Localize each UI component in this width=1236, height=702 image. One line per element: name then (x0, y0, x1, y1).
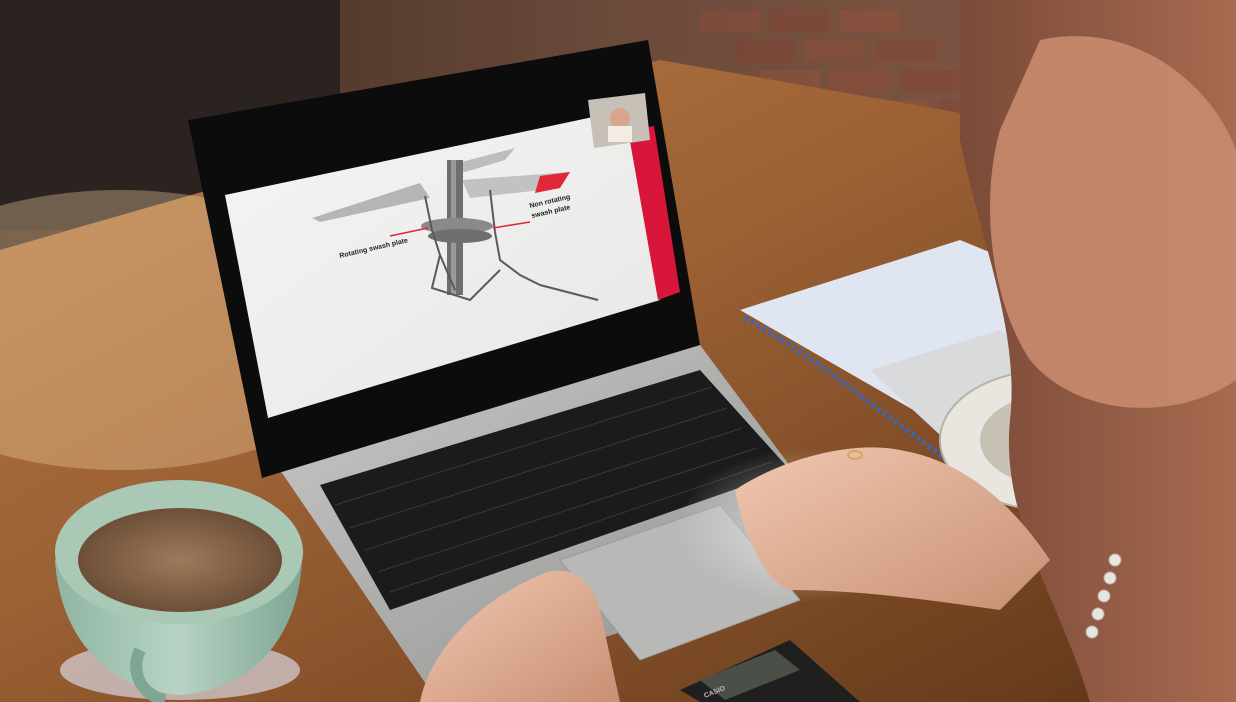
photo-scene: Rotating swash plate Non rotating swash … (0, 0, 1236, 702)
webcam-thumbnail (588, 93, 650, 148)
coffee-mug (55, 480, 303, 702)
photo-canvas: Rotating swash plate Non rotating swash … (0, 0, 1236, 702)
coffee (78, 508, 282, 612)
non-rotating-swash-plate (428, 229, 492, 243)
